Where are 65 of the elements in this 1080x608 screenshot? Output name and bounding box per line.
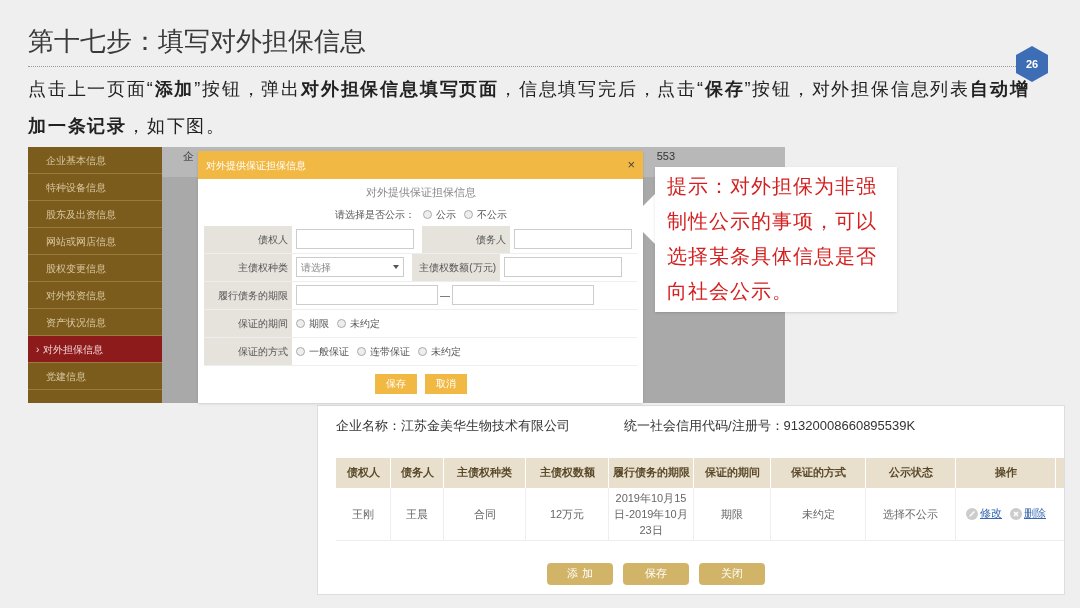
radio-label: 一般保证: [309, 344, 349, 359]
table-cell: 王刚: [336, 487, 391, 540]
radio-button[interactable]: [337, 318, 346, 328]
radio-label: 未约定: [350, 316, 380, 331]
list-button[interactable]: 保存: [623, 562, 689, 585]
radio-label: 公示: [435, 207, 456, 222]
pencil-icon: [966, 507, 978, 520]
dialog-title: 对外提供保证担保信息: [206, 158, 306, 173]
list-button[interactable]: 关闭: [699, 562, 765, 585]
company-name: 企业名称：江苏金美华生物技术有限公司: [336, 417, 571, 435]
background-text: 553: [656, 150, 675, 163]
table-cell: 选择不公示: [866, 487, 956, 540]
close-button[interactable]: ×: [627, 155, 635, 175]
field-label: 保证的方式: [204, 337, 292, 365]
edit-link[interactable]: 修改: [966, 505, 1002, 522]
range-separator: —: [439, 288, 451, 303]
slide-title: 第十七步：填写对外担保信息: [28, 25, 366, 58]
table-cell: 期限: [694, 487, 771, 540]
radio-button[interactable]: [463, 209, 473, 219]
list-button[interactable]: 添 加: [547, 562, 613, 585]
radio-button[interactable]: [357, 346, 366, 356]
field-label: 履行债务的期限: [204, 281, 292, 309]
input-field[interactable]: [296, 229, 414, 249]
input-field[interactable]: [296, 285, 438, 305]
caret-icon: [393, 265, 399, 269]
input-field[interactable]: [514, 229, 632, 249]
field-label: 主债权种类: [204, 253, 292, 281]
column-header: 操作: [956, 457, 1056, 488]
table-cell: 12万元: [526, 487, 609, 540]
radio-button[interactable]: [422, 209, 432, 219]
radio-label: 不公示: [476, 207, 507, 222]
radio-label: 未约定: [431, 344, 461, 359]
table-cell: 王晨: [391, 487, 444, 540]
table-cell: 未约定: [771, 487, 866, 540]
callout-box: 提示：对外担保为非强制性公示的事项，可以选择某条具体信息是否向社会公示。: [655, 167, 897, 312]
field-label: 保证的期间: [204, 309, 292, 337]
input-field[interactable]: [504, 257, 622, 277]
background-text: 企: [183, 150, 194, 163]
radio-label: 期限: [309, 316, 329, 331]
field-label: 债务人: [422, 225, 510, 253]
column-header: 主债权数额: [526, 457, 609, 488]
radio-button[interactable]: [418, 346, 427, 356]
table-cell: 合同: [444, 487, 526, 540]
close-icon: [1010, 507, 1022, 520]
column-header: 保证的期间: [694, 457, 771, 488]
radio-label: 连带保证: [370, 344, 410, 359]
column-header: 公示状态: [866, 457, 956, 488]
column-header: 履行债务的期限: [609, 457, 694, 488]
delete-link[interactable]: 删除: [1010, 505, 1046, 522]
column-header: 保证的方式: [771, 457, 866, 488]
column-header: 主债权种类: [444, 457, 526, 488]
radio-button[interactable]: [296, 318, 305, 328]
field-label: 主债权数额(万元): [412, 253, 500, 281]
credit-code: 统一社会信用代码/注册号：91320008660895539K: [624, 417, 916, 435]
publicity-prompt: 请选择是否公示：: [334, 207, 415, 222]
input-field[interactable]: [452, 285, 594, 305]
radio-button[interactable]: [296, 346, 305, 356]
dialog-heading: 对外提供保证担保信息: [364, 185, 477, 200]
column-header: 债权人: [336, 457, 391, 488]
field-label: 债权人: [204, 225, 292, 253]
table-cell: 2019年10月15日-2019年10月23日: [609, 487, 694, 540]
marker-arrow: ›: [36, 342, 40, 357]
sidebar-item[interactable]: › 对外担保信息: [28, 336, 162, 363]
column-header: 债务人: [391, 457, 444, 488]
select-field[interactable]: 请选择: [296, 257, 404, 277]
